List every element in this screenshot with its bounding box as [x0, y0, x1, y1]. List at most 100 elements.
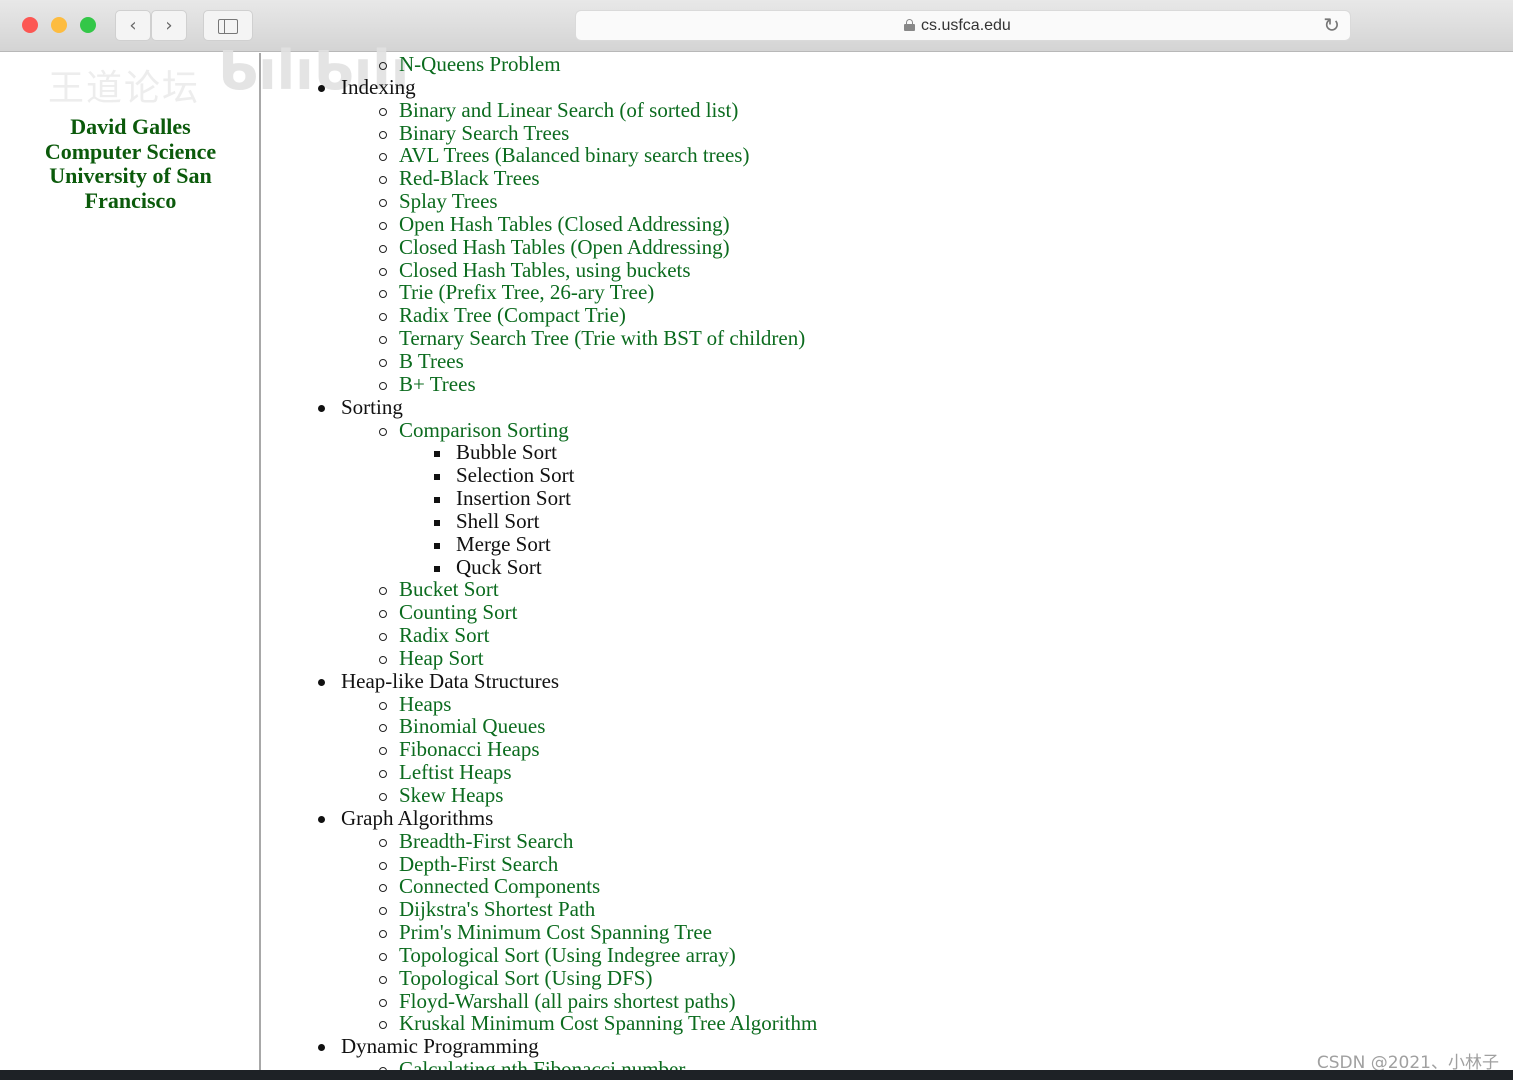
algorithm-link[interactable]: Binary and Linear Search (of sorted list… — [399, 98, 738, 122]
algorithm-link[interactable]: Binary Search Trees — [399, 121, 569, 145]
algorithm-link[interactable]: Floyd-Warshall (all pairs shortest paths… — [399, 989, 736, 1013]
bullet-icon — [318, 1044, 325, 1052]
bullet-icon — [318, 678, 325, 686]
list-item: Red-Black Trees — [379, 166, 1513, 190]
list-item: Breadth-First Search — [379, 829, 1513, 853]
list-item: B Trees — [379, 349, 1513, 373]
bullet-icon — [379, 952, 387, 961]
algorithm-link[interactable]: Topological Sort (Using DFS) — [399, 966, 652, 990]
list-item: Counting Sort — [379, 600, 1513, 624]
algorithm-link[interactable]: Binomial Queues — [399, 714, 545, 738]
bullet-icon — [379, 930, 387, 939]
address-bar[interactable]: cs.usfca.edu ↻ — [575, 10, 1351, 41]
algorithm-link[interactable]: Selection Sort — [456, 463, 574, 487]
bullet-icon — [379, 176, 387, 185]
bullet-icon — [379, 610, 387, 619]
category-label: Graph Algorithms — [341, 805, 494, 830]
algorithm-link[interactable]: N-Queens Problem — [399, 53, 561, 76]
bullet-icon — [379, 290, 387, 299]
algorithm-link[interactable]: Fibonacci Heaps — [399, 737, 540, 761]
algorithm-link[interactable]: Open Hash Tables (Closed Addressing) — [399, 212, 730, 236]
bullet-icon — [379, 107, 387, 116]
algorithm-link[interactable]: Depth-First Search — [399, 852, 558, 876]
bullet-icon — [379, 861, 387, 870]
algorithm-link[interactable]: Quck Sort — [456, 555, 542, 579]
minimize-window-button[interactable] — [51, 17, 67, 33]
bullet-icon — [434, 519, 440, 526]
algorithm-link[interactable]: Merge Sort — [456, 532, 551, 556]
bullet-icon — [379, 1021, 387, 1030]
forward-icon[interactable]: › — [151, 10, 187, 41]
list-item: Bubble Sort — [434, 440, 1513, 464]
algorithm-link[interactable]: Bubble Sort — [456, 440, 557, 464]
algorithm-link[interactable]: Red-Black Trees — [399, 166, 540, 190]
algorithm-link[interactable]: Prim's Minimum Cost Spanning Tree — [399, 920, 712, 944]
bullet-icon — [379, 884, 387, 893]
list-item: Binary Search Trees — [379, 121, 1513, 145]
algorithm-list-content[interactable]: N-Queens Problem Indexing Binary and Linea… — [263, 53, 1513, 1070]
reload-icon[interactable]: ↻ — [1323, 13, 1340, 37]
algorithm-link[interactable]: Heap Sort — [399, 646, 484, 670]
algorithm-link[interactable]: Leftist Heaps — [399, 760, 512, 784]
list-item: N-Queens Problem — [379, 53, 1513, 76]
list-item: Quck Sort — [434, 555, 1513, 579]
algorithm-link[interactable]: Connected Components — [399, 874, 600, 898]
algorithm-link[interactable]: B Trees — [399, 349, 464, 373]
algorithm-link[interactable]: Kruskal Minimum Cost Spanning Tree Algor… — [399, 1011, 817, 1035]
category-label: Dynamic Programming — [341, 1034, 539, 1059]
algorithm-link[interactable]: Insertion Sort — [456, 486, 571, 510]
list-item: N-Queens Problem — [263, 53, 1513, 76]
list-item: Floyd-Warshall (all pairs shortest paths… — [379, 989, 1513, 1013]
list-item: Ternary Search Tree (Trie with BST of ch… — [379, 326, 1513, 350]
algorithm-link[interactable]: Dijkstra's Shortest Path — [399, 897, 595, 921]
bullet-icon — [379, 724, 387, 733]
algorithm-link[interactable]: Closed Hash Tables, using buckets — [399, 258, 691, 282]
list-item: Selection Sort — [434, 463, 1513, 487]
algorithm-link[interactable]: Topological Sort (Using Indegree array) — [399, 943, 736, 967]
watermark-text: 王道论坛 — [48, 68, 201, 109]
back-icon[interactable]: ‹ — [115, 10, 151, 41]
algorithm-link[interactable]: Comparison Sorting — [399, 418, 569, 442]
algorithm-link[interactable]: Shell Sort — [456, 509, 539, 533]
category-label: Indexing — [341, 74, 416, 99]
bottom-bar — [0, 1070, 1513, 1080]
bullet-icon — [379, 838, 387, 847]
algorithm-link[interactable]: Radix Tree (Compact Trie) — [399, 303, 626, 327]
list-item: Depth-First Search — [379, 852, 1513, 876]
algorithm-link[interactable]: Counting Sort — [399, 600, 517, 624]
bullet-icon — [434, 474, 440, 481]
algorithm-link[interactable]: Closed Hash Tables (Open Addressing) — [399, 235, 730, 259]
bullet-icon — [379, 975, 387, 984]
category-item: Graph Algorithms Breadth-First Search Dept… — [263, 805, 1513, 1035]
bullet-icon — [379, 153, 387, 162]
close-window-button[interactable] — [22, 17, 38, 33]
list-item: Prim's Minimum Cost Spanning Tree — [379, 920, 1513, 944]
list-item: Kruskal Minimum Cost Spanning Tree Algor… — [379, 1011, 1513, 1035]
list-item: Shell Sort — [434, 509, 1513, 533]
algorithm-link[interactable]: Splay Trees — [399, 189, 498, 213]
maximize-window-button[interactable] — [80, 17, 96, 33]
sidebar-icon[interactable] — [203, 10, 253, 41]
top-list: N-Queens Problem Indexing Binary and Linea… — [263, 53, 1513, 1070]
algorithm-link[interactable]: Heaps — [399, 692, 451, 716]
algorithm-link[interactable]: Calculating nth Fibonacci number — [399, 1057, 685, 1070]
list-item: Heaps — [379, 692, 1513, 716]
category-item: Heap-like Data Structures Heaps Binomial Q… — [263, 669, 1513, 807]
author-department: Computer Science — [44, 138, 217, 164]
algorithm-link[interactable]: Breadth-First Search — [399, 829, 573, 853]
lock-icon — [904, 19, 915, 31]
algorithm-link[interactable]: Radix Sort — [399, 623, 489, 647]
author-name: David Galles — [70, 114, 191, 139]
algorithm-link[interactable]: B+ Trees — [399, 372, 476, 396]
list-item: Heap Sort — [379, 646, 1513, 670]
bullet-icon — [379, 633, 387, 642]
algorithm-link[interactable]: Skew Heaps — [399, 783, 503, 807]
algorithm-link[interactable]: Trie (Prefix Tree, 26-ary Tree) — [399, 280, 654, 304]
sublist: N-Queens Problem — [379, 53, 1513, 76]
bullet-icon — [379, 336, 387, 345]
category-item: Sorting Comparison Sorting Bubble Sort Sele… — [263, 395, 1513, 670]
algorithm-link[interactable]: Ternary Search Tree (Trie with BST of ch… — [399, 326, 805, 350]
algorithm-link[interactable]: AVL Trees (Balanced binary search trees) — [399, 143, 749, 167]
bullet-icon — [379, 313, 387, 322]
algorithm-link[interactable]: Bucket Sort — [399, 577, 499, 601]
